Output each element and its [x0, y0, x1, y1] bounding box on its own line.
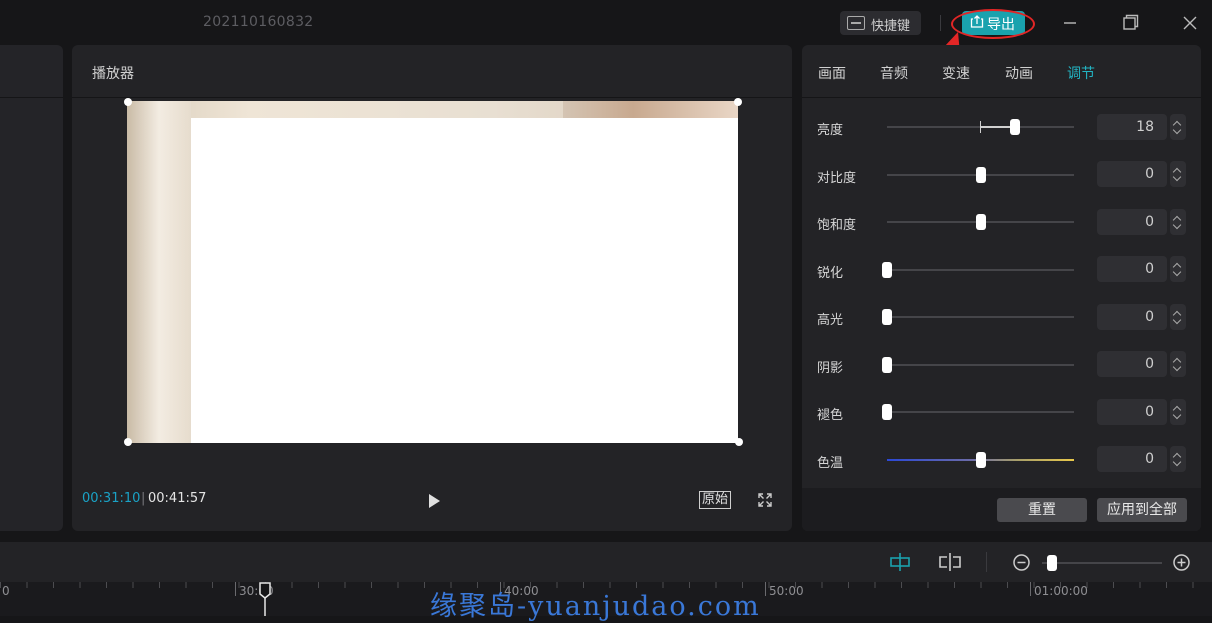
toolbar-divider: [986, 552, 987, 572]
temperature-value-box[interactable]: 0: [1097, 446, 1167, 472]
sharpen-value-box[interactable]: 0: [1097, 256, 1167, 282]
tab-animation[interactable]: 动画: [1005, 63, 1033, 83]
sharpen-slider-thumb[interactable]: [882, 262, 892, 278]
zoom-in-icon[interactable]: [1172, 553, 1191, 572]
maximize-icon[interactable]: [1116, 10, 1144, 36]
saturation-slider-thumb[interactable]: [976, 214, 986, 230]
fade-slider-track[interactable]: [887, 411, 1074, 413]
contrast-value-box[interactable]: 0: [1097, 161, 1167, 187]
sharpen-value: 0: [1145, 261, 1154, 277]
highlight-stepper[interactable]: [1170, 304, 1186, 330]
brightness-value: 18: [1136, 119, 1154, 135]
title-divider: [940, 15, 941, 31]
snap-icon[interactable]: [888, 552, 912, 572]
shadow-value: 0: [1145, 356, 1154, 372]
media-panel: [0, 45, 63, 531]
apply-all-button[interactable]: 应用到全部: [1097, 498, 1187, 522]
highlight-slider-thumb[interactable]: [882, 309, 892, 325]
crop-handle-br[interactable]: [735, 438, 743, 446]
adjust-footer: 重置 应用到全部: [802, 488, 1201, 531]
temperature-stepper[interactable]: [1170, 446, 1186, 472]
tab-adjust[interactable]: 调节: [1067, 63, 1095, 83]
player-title: 播放器: [92, 66, 134, 82]
shadow-stepper[interactable]: [1170, 351, 1186, 377]
highlight-value-box[interactable]: 0: [1097, 304, 1167, 330]
fade-value-box[interactable]: 0: [1097, 399, 1167, 425]
sharpen-stepper[interactable]: [1170, 256, 1186, 282]
saturation-value: 0: [1145, 214, 1154, 230]
reset-button[interactable]: 重置: [997, 498, 1087, 522]
video-frame-top: [563, 101, 738, 118]
temperature-value: 0: [1145, 451, 1154, 467]
brightness-default-marker: [980, 121, 981, 133]
timeline-toolbar: [0, 542, 1212, 582]
adjust-panel: 画面 音频 变速 动画 调节 亮度 18 对比度 0 饱和度 0 锐化 0 高光…: [802, 45, 1201, 531]
tab-picture[interactable]: 画面: [818, 63, 846, 83]
minimize-icon[interactable]: [1056, 10, 1084, 36]
crop-handle-tr[interactable]: [734, 98, 742, 106]
playhead[interactable]: [258, 582, 272, 616]
split-icon[interactable]: [938, 552, 962, 572]
brightness-value-box[interactable]: 18: [1097, 114, 1167, 140]
brightness-slider-fill: [980, 126, 1010, 128]
video-preview[interactable]: [127, 101, 738, 443]
shadow-slider-thumb[interactable]: [882, 357, 892, 373]
video-overlay: [191, 118, 738, 443]
contrast-stepper[interactable]: [1170, 161, 1186, 187]
shadow-slider-track[interactable]: [887, 364, 1074, 366]
crop-handle-bl[interactable]: [124, 438, 132, 446]
close-icon[interactable]: [1176, 10, 1204, 36]
sharpen-slider-track[interactable]: [887, 269, 1074, 271]
adjust-label-contrast: 对比度: [817, 171, 857, 186]
highlight-slider-track[interactable]: [887, 316, 1074, 318]
tab-speed[interactable]: 变速: [942, 63, 970, 83]
adjust-label-temperature: 色温: [817, 456, 844, 471]
fade-slider-thumb[interactable]: [882, 404, 892, 420]
keyboard-icon: [847, 16, 865, 30]
fade-value: 0: [1145, 404, 1154, 420]
project-title: 202110160832: [203, 14, 314, 30]
watermark-text: 缘聚岛-yuanjudao.com: [430, 591, 761, 622]
zoom-slider-track[interactable]: [1042, 562, 1162, 564]
shadow-value-box[interactable]: 0: [1097, 351, 1167, 377]
adjust-label-saturation: 饱和度: [817, 218, 857, 233]
contrast-value: 0: [1145, 166, 1154, 182]
highlight-value: 0: [1145, 309, 1154, 325]
zoom-out-icon[interactable]: [1012, 553, 1031, 572]
adjust-label-shadow: 阴影: [817, 361, 844, 376]
temperature-slider-thumb[interactable]: [976, 452, 986, 468]
saturation-value-box[interactable]: 0: [1097, 209, 1167, 235]
video-frame-strip: [127, 101, 191, 443]
brightness-slider-thumb[interactable]: [1010, 119, 1020, 135]
fade-stepper[interactable]: [1170, 399, 1186, 425]
adjust-label-sharpen: 锐化: [817, 266, 844, 281]
adjust-label-highlight: 高光: [817, 313, 844, 328]
crop-handle-tl[interactable]: [124, 98, 132, 106]
contrast-slider-thumb[interactable]: [976, 167, 986, 183]
adjust-label-brightness: 亮度: [817, 123, 844, 138]
title-bar: 202110160832 快捷键 导出: [0, 0, 1212, 44]
tab-audio[interactable]: 音频: [880, 63, 908, 83]
saturation-stepper[interactable]: [1170, 209, 1186, 235]
brightness-stepper[interactable]: [1170, 114, 1186, 140]
zoom-slider-thumb[interactable]: [1047, 555, 1057, 571]
adjust-label-fade: 褪色: [817, 408, 844, 423]
